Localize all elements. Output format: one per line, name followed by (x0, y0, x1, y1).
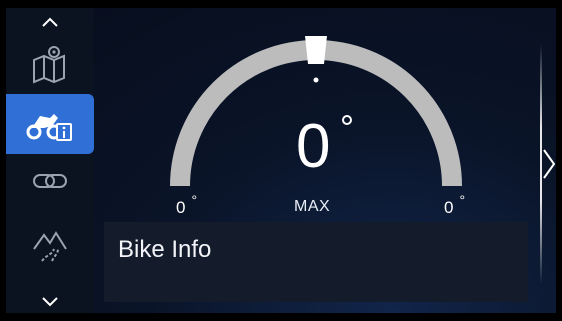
motorcycle-info-icon (26, 114, 72, 141)
chevron-right-icon (543, 149, 556, 179)
scroll-up-button[interactable] (6, 8, 94, 36)
sidebar-item-connectivity[interactable] (6, 158, 94, 204)
gauge-marker (305, 36, 327, 64)
info-panel[interactable]: Bike Info (104, 222, 528, 302)
scroll-down-button[interactable] (6, 290, 94, 313)
sidebar-item-navigation[interactable] (6, 38, 94, 90)
sidebar-item-terrain[interactable] (6, 212, 94, 274)
current-lean-value: 0 (296, 112, 331, 181)
gauge-center-dot (313, 77, 319, 83)
lean-right-degree: ° (459, 192, 466, 208)
screen: 0 ° 0 ° 0 MAX Bike Info (6, 8, 556, 313)
lean-right-number: 0 (444, 198, 454, 217)
map-pin-icon (33, 46, 65, 84)
lean-left-value: 0 ° (176, 192, 197, 218)
chevron-up-icon (42, 17, 58, 27)
link-icon (33, 174, 67, 188)
chevron-down-icon (42, 296, 58, 306)
next-page-button[interactable] (542, 148, 556, 185)
current-lean-degree (342, 115, 352, 125)
sidebar (6, 8, 94, 313)
lean-right-value: 0 ° (444, 192, 465, 218)
lean-left-number: 0 (176, 198, 186, 217)
lean-left-degree: ° (191, 192, 198, 208)
mountain-road-icon (33, 231, 67, 262)
max-label: MAX (294, 198, 331, 215)
page-title: Bike Info (118, 236, 212, 263)
sidebar-item-bike-info[interactable] (6, 94, 94, 154)
